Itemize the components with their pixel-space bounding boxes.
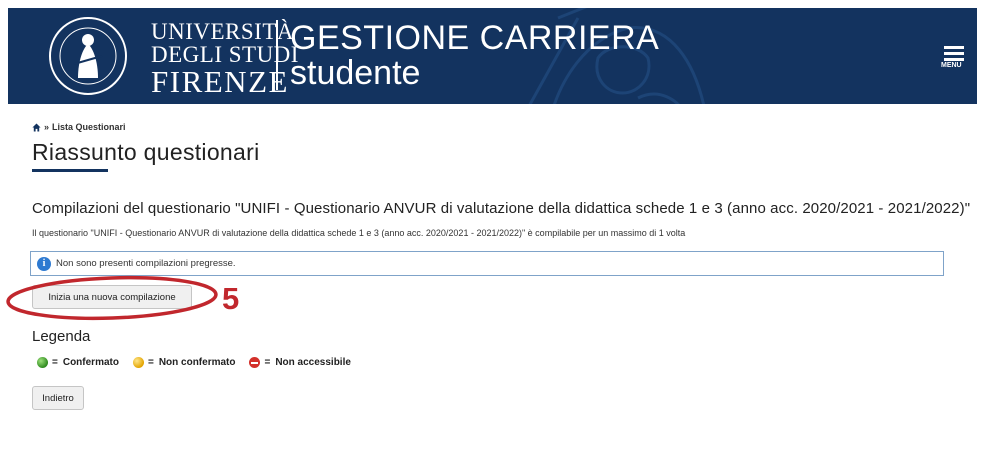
app-title: GESTIONE CARRIERA studente: [290, 20, 659, 90]
breadcrumb-separator: »: [44, 122, 50, 132]
red-no-entry-icon: [249, 357, 261, 368]
page-title: Riassunto questionari: [32, 139, 260, 165]
hamburger-icon: [944, 46, 964, 49]
annotation-step-number: 5: [222, 281, 240, 316]
green-dot-icon: [37, 357, 48, 368]
menu-label: MENU: [941, 62, 962, 69]
legend-eq: =: [264, 357, 271, 368]
back-button[interactable]: Indietro: [32, 386, 84, 410]
site-header: UNIVERSITÀ DEGLI STUDI FIRENZE GESTIONE …: [8, 8, 977, 104]
app-title-line2: studente: [290, 54, 421, 92]
legend: = Confermato = Non confermato = Non acce…: [37, 357, 365, 368]
legend-eq: =: [52, 357, 58, 368]
home-icon[interactable]: [32, 122, 41, 132]
legend-label: Non confermato: [158, 357, 236, 368]
legend-item-not-accessible: = Non accessibile: [249, 357, 351, 368]
breadcrumb: » Lista Questionari: [32, 122, 126, 132]
hamburger-bar: [944, 52, 964, 55]
title-underline: [32, 169, 108, 172]
section-heading: Compilazioni del questionario "UNIFI - Q…: [32, 200, 971, 217]
legend-label: Non accessibile: [275, 357, 351, 368]
questionnaire-info: Il questionario "UNIFI - Questionario AN…: [32, 228, 686, 238]
legend-item-not-confirmed: = Non confermato: [132, 357, 236, 368]
legend-item-confirmed: = Confermato: [37, 357, 119, 368]
app-title-line1: GESTIONE CARRIERA: [290, 19, 660, 57]
legend-title: Legenda: [32, 328, 91, 345]
menu-button[interactable]: MENU: [941, 46, 967, 78]
hamburger-bar: [944, 58, 964, 61]
legend-eq: =: [147, 357, 154, 368]
breadcrumb-current: Lista Questionari: [52, 122, 126, 132]
header-divider: [276, 20, 278, 90]
university-seal-logo: [49, 17, 127, 95]
notice-box: i Non sono presenti compilazioni pregres…: [30, 251, 944, 276]
notice-text: Non sono presenti compilazioni pregresse…: [56, 258, 236, 269]
annotation-ellipse: [6, 275, 218, 321]
yellow-dot-icon: [132, 357, 144, 368]
info-icon: i: [37, 256, 51, 271]
legend-label: Confermato: [62, 357, 119, 368]
